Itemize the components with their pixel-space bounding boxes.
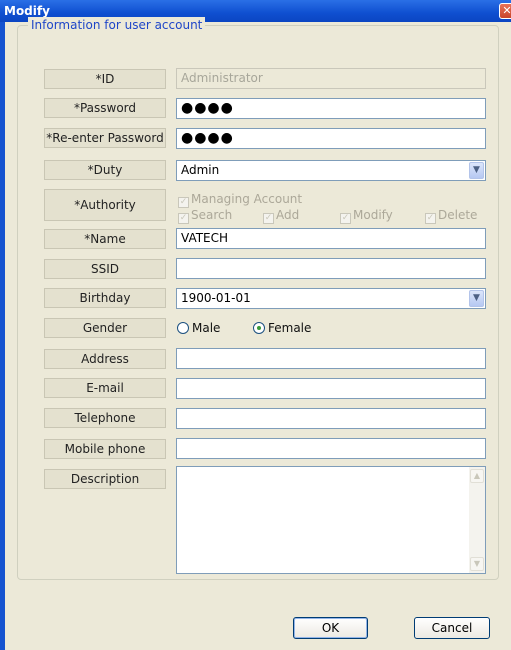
birthday-value: 1900-01-01 bbox=[181, 291, 251, 305]
id-field: Administrator bbox=[176, 68, 486, 89]
modify-checkbox[interactable]: ✓ Modify bbox=[340, 208, 393, 224]
duty-value: Admin bbox=[181, 163, 220, 177]
duty-select[interactable]: Admin ▼ bbox=[176, 160, 486, 181]
name-field[interactable]: VATECH bbox=[176, 228, 486, 249]
delete-checkbox[interactable]: ✓ Delete bbox=[425, 208, 477, 224]
close-icon: ✕ bbox=[502, 4, 511, 17]
check-icon: ✓ bbox=[178, 197, 189, 208]
gender-male-radio[interactable]: Male bbox=[177, 321, 220, 335]
chevron-down-icon[interactable]: ▼ bbox=[469, 162, 484, 179]
mobile-phone-label: Mobile phone bbox=[44, 439, 166, 459]
ssid-field[interactable] bbox=[176, 258, 486, 279]
name-label: *Name bbox=[44, 229, 166, 249]
description-textarea[interactable]: ▲ ▼ bbox=[176, 466, 486, 574]
ssid-label: SSID bbox=[44, 259, 166, 279]
id-label: *ID bbox=[44, 69, 166, 89]
search-checkbox[interactable]: ✓ Search bbox=[178, 208, 232, 224]
authority-label: *Authority bbox=[44, 189, 166, 221]
address-label: Address bbox=[44, 349, 166, 369]
description-scrollbar[interactable]: ▲ ▼ bbox=[469, 467, 485, 573]
check-icon: ✓ bbox=[425, 213, 436, 224]
gender-label: Gender bbox=[44, 318, 166, 338]
add-checkbox[interactable]: ✓ Add bbox=[263, 208, 299, 224]
scroll-up-icon[interactable]: ▲ bbox=[470, 469, 484, 483]
modify-dialog: Modify ✕ Information for user account *I… bbox=[0, 0, 511, 650]
close-button[interactable]: ✕ bbox=[499, 3, 511, 19]
check-icon: ✓ bbox=[340, 213, 351, 224]
email-field[interactable] bbox=[176, 378, 486, 399]
gender-female-radio[interactable]: Female bbox=[253, 321, 311, 335]
radio-selected-icon bbox=[253, 322, 265, 334]
reenter-password-field[interactable]: ●●●● bbox=[176, 128, 486, 149]
mobile-phone-field[interactable] bbox=[176, 438, 486, 459]
group-legend: Information for user account bbox=[28, 17, 206, 33]
telephone-field[interactable] bbox=[176, 408, 486, 429]
chevron-down-icon[interactable]: ▼ bbox=[469, 290, 484, 307]
reenter-password-label: *Re-enter Password bbox=[44, 128, 166, 148]
password-field[interactable]: ●●●● bbox=[176, 98, 486, 119]
duty-label: *Duty bbox=[44, 160, 166, 180]
address-field[interactable] bbox=[176, 348, 486, 369]
cancel-button[interactable]: Cancel bbox=[414, 617, 490, 639]
birthday-picker[interactable]: 1900-01-01 ▼ bbox=[176, 288, 486, 309]
scroll-down-icon[interactable]: ▼ bbox=[470, 557, 484, 571]
check-icon: ✓ bbox=[178, 213, 189, 224]
ok-button[interactable]: OK bbox=[293, 617, 368, 639]
description-label: Description bbox=[44, 469, 166, 489]
managing-account-checkbox[interactable]: ✓ Managing Account bbox=[178, 192, 302, 208]
check-icon: ✓ bbox=[263, 213, 274, 224]
radio-circle-icon bbox=[177, 322, 189, 334]
window-title: Modify bbox=[4, 4, 50, 18]
email-label: E-mail bbox=[44, 378, 166, 398]
telephone-label: Telephone bbox=[44, 408, 166, 428]
password-label: *Password bbox=[44, 98, 166, 118]
birthday-label: Birthday bbox=[44, 288, 166, 308]
